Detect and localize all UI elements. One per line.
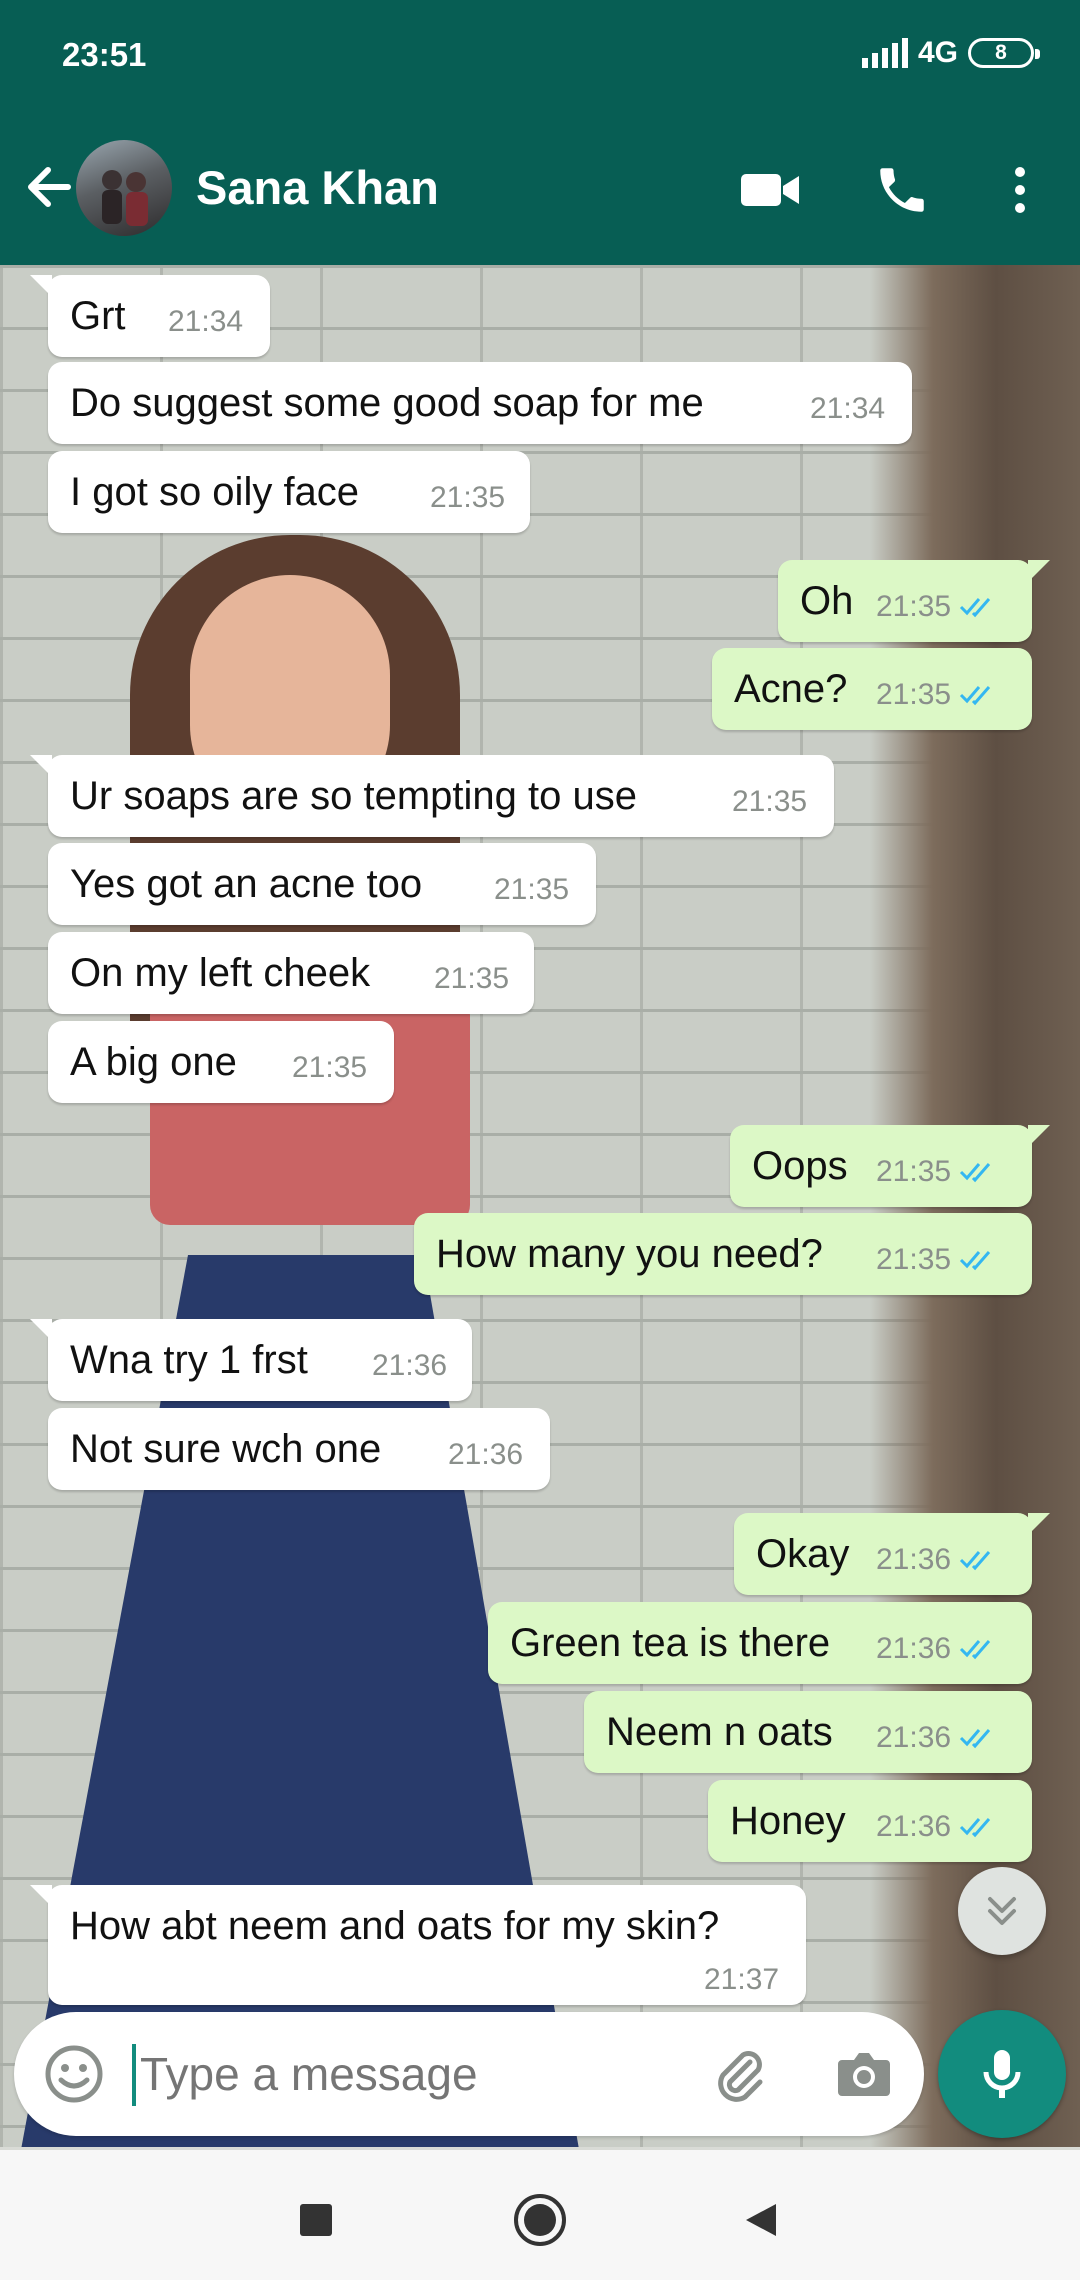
composer xyxy=(14,2012,924,2136)
contact-name[interactable]: Sana Khan xyxy=(196,160,439,215)
message-bubble[interactable]: Do suggest some good soap for me 21:34 xyxy=(48,362,912,444)
message-bubble[interactable]: Oh 21:35 xyxy=(778,560,1050,642)
message-bubble[interactable]: Neem n oats 21:36 xyxy=(584,1691,1032,1773)
message-bubble[interactable]: Ur soaps are so tempting to use 21:35 xyxy=(30,755,834,837)
message-time: 21:35 xyxy=(430,481,506,514)
message-text: Green tea is there xyxy=(510,1621,831,1665)
message-bubble[interactable]: Wna try 1 frst 21:36 xyxy=(30,1319,472,1401)
message-text: How many you need? xyxy=(436,1232,823,1276)
status-bar: 23:51 4G 8 xyxy=(0,0,1080,110)
message-time: 21:35 xyxy=(876,590,952,623)
message-text: Not sure wch one xyxy=(70,1427,382,1471)
message-time: 21:36 xyxy=(372,1349,448,1382)
network-type: 4G xyxy=(917,36,958,69)
message-text: Acne? xyxy=(734,667,848,711)
message-text: On my left cheek xyxy=(70,951,371,995)
mic-button[interactable] xyxy=(938,2010,1066,2138)
message-bubble[interactable]: A big one 21:35 xyxy=(48,1021,394,1103)
message-bubble[interactable]: Honey 21:36 xyxy=(708,1780,1032,1862)
more-vert-icon[interactable] xyxy=(980,150,1060,230)
message-time: 21:36 xyxy=(448,1438,524,1471)
message-meta: 21:36 xyxy=(876,1543,999,1577)
read-ticks-icon xyxy=(960,1551,991,1571)
message-bubble[interactable]: Oops 21:35 xyxy=(730,1125,1050,1207)
message-text: Honey xyxy=(730,1799,846,1843)
message-text: Oh xyxy=(800,579,854,623)
message-text: Oops xyxy=(752,1144,848,1188)
message-time: 21:36 xyxy=(876,1810,952,1843)
back-nav-icon[interactable] xyxy=(732,2190,792,2250)
message-bubble[interactable]: Not sure wch one 21:36 xyxy=(48,1408,550,1490)
message-time: 21:37 xyxy=(704,1963,780,1996)
message-time: 21:35 xyxy=(876,1155,952,1188)
message-time: 21:35 xyxy=(876,678,952,711)
message-bubble[interactable]: How many you need? 21:35 xyxy=(414,1213,1032,1295)
message-meta: 21:36 xyxy=(876,1810,999,1844)
message-bubble[interactable]: Okay 21:36 xyxy=(734,1513,1050,1595)
message-time: 21:35 xyxy=(732,785,808,818)
message-text: Neem n oats xyxy=(606,1710,833,1754)
message-meta: 21:35 xyxy=(876,590,999,624)
system-nav-bar xyxy=(0,2150,1080,2280)
message-bubble[interactable]: On my left cheek 21:35 xyxy=(48,932,534,1014)
message-time: 21:34 xyxy=(810,392,886,425)
camera-icon[interactable] xyxy=(832,2042,896,2106)
message-bubble[interactable]: Grt 21:34 xyxy=(30,275,270,357)
message-meta: 21:35 xyxy=(876,1243,999,1277)
emoji-icon[interactable] xyxy=(42,2042,106,2106)
message-time: 21:36 xyxy=(876,1543,952,1576)
message-input[interactable] xyxy=(140,2042,680,2106)
battery-icon: 8 xyxy=(968,38,1040,68)
recents-icon[interactable] xyxy=(286,2190,346,2250)
scroll-down-button[interactable] xyxy=(958,1867,1046,1955)
message-bubble[interactable]: Green tea is there 21:36 xyxy=(488,1602,1032,1684)
message-time: 21:35 xyxy=(292,1051,368,1084)
message-meta: 21:36 xyxy=(876,1632,999,1666)
message-bubble[interactable]: Acne? 21:35 xyxy=(712,648,1032,730)
mic-icon xyxy=(983,2050,1021,2098)
message-text: I got so oily face xyxy=(70,470,360,514)
status-indicators: 4G 8 xyxy=(861,36,1040,70)
message-time: 21:35 xyxy=(876,1243,952,1276)
message-text: How abt neem and oats for my skin? xyxy=(70,1904,720,1948)
message-meta: 21:36 xyxy=(876,1721,999,1755)
message-meta: 21:35 xyxy=(876,678,999,712)
read-ticks-icon xyxy=(960,686,991,706)
message-time: 21:35 xyxy=(434,962,510,995)
status-time: 23:51 xyxy=(62,36,147,73)
message-text: Yes got an acne too xyxy=(70,862,423,906)
message-text: Do suggest some good soap for me xyxy=(70,381,704,425)
message-text: Grt xyxy=(70,294,126,338)
double-chevron-down-icon xyxy=(988,1897,1016,1925)
avatar[interactable] xyxy=(76,140,172,236)
home-icon[interactable] xyxy=(510,2190,570,2250)
paperclip-icon[interactable] xyxy=(708,2042,772,2106)
message-bubble[interactable]: How abt neem and oats for my skin? 21:37 xyxy=(30,1885,806,2005)
read-ticks-icon xyxy=(960,1818,991,1838)
message-time: 21:36 xyxy=(876,1632,952,1665)
chat-area[interactable]: Grt 21:34 Do suggest some good soap for … xyxy=(0,265,1080,2147)
message-text: Okay xyxy=(756,1532,850,1576)
message-time: 21:34 xyxy=(168,305,244,338)
message-time: 21:36 xyxy=(876,1721,952,1754)
phone-icon[interactable] xyxy=(862,150,942,230)
message-meta: 21:35 xyxy=(876,1155,999,1189)
read-ticks-icon xyxy=(960,1163,991,1183)
read-ticks-icon xyxy=(960,1729,991,1749)
message-text: Ur soaps are so tempting to use xyxy=(70,774,637,818)
read-ticks-icon xyxy=(960,1640,991,1660)
read-ticks-icon xyxy=(960,1251,991,1271)
message-time: 21:35 xyxy=(494,873,570,906)
read-ticks-icon xyxy=(960,598,991,618)
message-text: A big one xyxy=(70,1040,237,1084)
message-bubble[interactable]: I got so oily face 21:35 xyxy=(48,451,530,533)
message-text: Wna try 1 frst xyxy=(70,1338,308,1382)
video-call-icon[interactable] xyxy=(730,150,810,230)
message-bubble[interactable]: Yes got an acne too 21:35 xyxy=(48,843,596,925)
signal-icon xyxy=(861,38,908,68)
chat-header: Sana Khan xyxy=(0,110,1080,265)
battery-level: 8 xyxy=(995,41,1007,64)
text-cursor xyxy=(132,2044,136,2106)
